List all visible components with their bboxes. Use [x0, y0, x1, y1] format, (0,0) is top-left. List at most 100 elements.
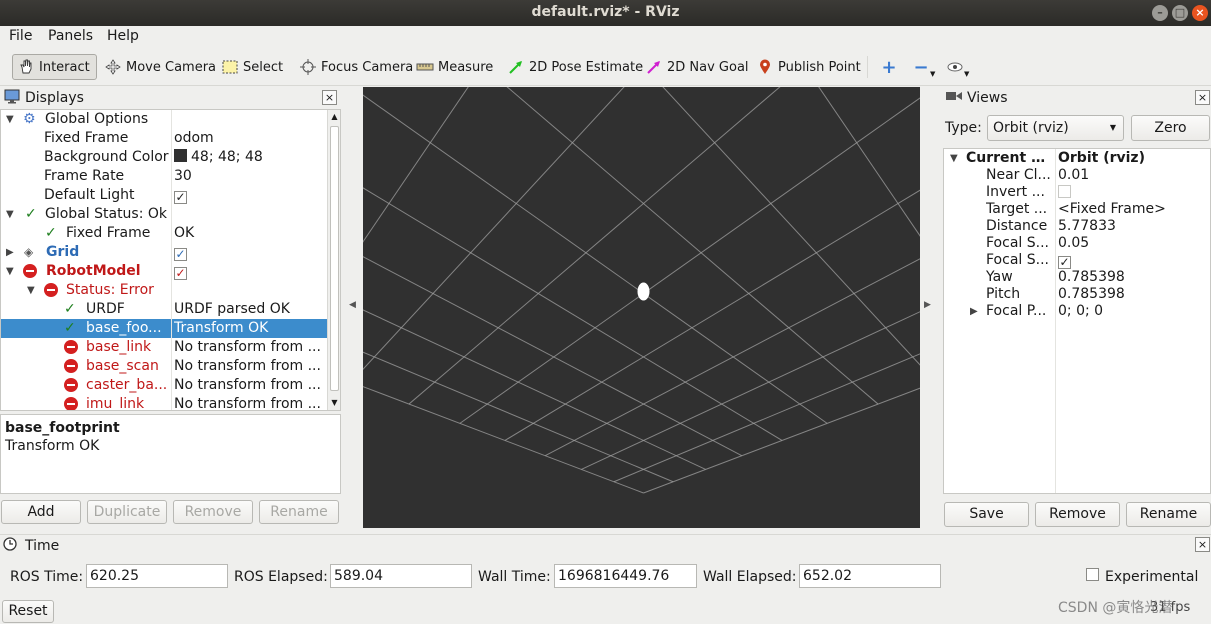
tree-row-base-footprint[interactable]: ✓ base_foo... Transform OK [1, 319, 327, 338]
add-tool-button[interactable]: + [876, 54, 906, 80]
select-tool[interactable]: Select [217, 54, 287, 80]
tree-row-robot-model[interactable]: ▼ RobotModel ✓ [1, 262, 327, 281]
tree-row-status-error[interactable]: ▼ Status: Error [1, 281, 327, 300]
tree-value[interactable]: odom [174, 129, 324, 148]
tree-value: URDF parsed OK [174, 301, 290, 317]
time-panel-header: Time [0, 536, 600, 556]
view-row-focal-point[interactable]: ▶ Focal P... 0; 0; 0 [944, 302, 1210, 321]
wall-time-field[interactable] [554, 564, 697, 588]
time-close-icon[interactable]: × [1195, 537, 1210, 552]
tree-row-caster[interactable]: caster_ba... No transform from ... [1, 376, 327, 395]
tree-label: Fixed Frame [44, 130, 129, 146]
save-view-button[interactable]: Save [944, 502, 1029, 527]
expand-arrow-icon[interactable]: ▼ [6, 262, 14, 281]
error-icon [64, 397, 78, 410]
duplicate-display-button[interactable]: Duplicate [87, 500, 167, 524]
render-viewport[interactable] [363, 87, 920, 528]
scroll-down-icon[interactable]: ▼ [328, 396, 340, 410]
invert-checkbox[interactable] [1058, 185, 1071, 198]
robot-model-checkbox[interactable]: ✓ [174, 267, 187, 280]
visibility-button[interactable]: ▼ [942, 54, 977, 80]
menu-panels[interactable]: Panels [48, 28, 93, 44]
error-icon [64, 378, 78, 392]
menu-file[interactable]: File [9, 28, 32, 44]
magenta-arrow-icon [645, 58, 663, 76]
tree-row-default-light[interactable]: Default Light ✓ [1, 186, 327, 205]
grid-line [363, 87, 643, 294]
grid-line [363, 87, 881, 328]
views-tree[interactable]: ▼ Current V... Orbit (rviz) Near Cl... 0… [943, 148, 1211, 494]
focus-camera-label: Focus Camera [321, 59, 414, 75]
tree-row-frame-rate[interactable]: Frame Rate 30 [1, 167, 327, 186]
tree-row-fixed-frame[interactable]: Fixed Frame odom [1, 129, 327, 148]
grid-checkbox[interactable]: ✓ [174, 248, 187, 261]
experimental-checkbox[interactable] [1086, 568, 1099, 581]
add-display-button[interactable]: Add [1, 500, 81, 524]
color-swatch[interactable] [174, 149, 187, 162]
close-icon[interactable]: × [1192, 5, 1208, 21]
focus-camera-tool[interactable]: Focus Camera [295, 54, 417, 80]
displays-close-icon[interactable]: × [322, 90, 337, 105]
tree-row-grid[interactable]: ▶ ◈ Grid ✓ [1, 243, 327, 262]
tree-value[interactable]: 48; 48; 48 [174, 148, 324, 167]
expand-arrow-icon[interactable]: ▼ [6, 110, 14, 129]
rename-display-button[interactable]: Rename [259, 500, 339, 524]
tree-label: base_link [86, 339, 152, 355]
zero-button[interactable]: Zero [1131, 115, 1210, 141]
maximize-icon[interactable]: □ [1172, 5, 1188, 21]
view-type-select[interactable]: Orbit (rviz) ▼ [987, 115, 1124, 141]
ros-time-field[interactable] [86, 564, 228, 588]
tree-label: imu_link [86, 396, 145, 411]
nav-goal-tool[interactable]: 2D Nav Goal [641, 54, 753, 80]
tree-label: Global Options [45, 111, 149, 127]
tree-row-base-scan[interactable]: base_scan No transform from ... [1, 357, 327, 376]
displays-scrollbar[interactable]: ▲ ▼ [327, 110, 340, 410]
default-light-checkbox[interactable]: ✓ [174, 191, 187, 204]
wall-elapsed-field[interactable] [799, 564, 941, 588]
grid-svg [363, 87, 920, 494]
tree-row-global-options[interactable]: ▼ ⚙ Global Options [1, 110, 327, 129]
views-close-icon[interactable]: × [1195, 90, 1210, 105]
scroll-thumb[interactable] [330, 126, 339, 391]
tree-value[interactable]: 30 [174, 167, 324, 186]
publish-point-label: Publish Point [778, 59, 861, 75]
tree-row-global-status[interactable]: ▼ ✓ Global Status: Ok [1, 205, 327, 224]
move-arrows-icon [104, 58, 122, 76]
grid-line [818, 87, 920, 237]
collapse-right-icon[interactable]: ▶ [924, 300, 931, 310]
ros-elapsed-label: ROS Elapsed: [234, 569, 328, 585]
reset-button[interactable]: Reset [2, 600, 54, 623]
tree-value[interactable]: 0; 0; 0 [1058, 302, 1208, 321]
description-title: base_footprint [5, 420, 120, 436]
remove-view-button[interactable]: Remove [1035, 502, 1120, 527]
error-icon [64, 359, 78, 373]
grid-line [363, 94, 828, 424]
rename-view-button[interactable]: Rename [1126, 502, 1211, 527]
tree-row-base-link[interactable]: base_link No transform from ... [1, 338, 327, 357]
interact-tool[interactable]: Interact [12, 54, 97, 80]
tree-value: No transform from ... [174, 377, 321, 393]
tree-row-background-color[interactable]: Background Color 48; 48; 48 [1, 148, 327, 167]
menu-help[interactable]: Help [107, 28, 139, 44]
collapse-arrow-icon[interactable]: ▶ [6, 243, 14, 262]
collapse-left-icon[interactable]: ◀ [349, 300, 356, 310]
move-camera-tool[interactable]: Move Camera [100, 54, 220, 80]
tree-row-urdf[interactable]: ✓ URDF URDF parsed OK [1, 300, 327, 319]
publish-point-tool[interactable]: Publish Point [752, 54, 865, 80]
minimize-icon[interactable]: – [1152, 5, 1168, 21]
remove-tool-button[interactable]: − ▼ [908, 54, 943, 80]
displays-tree[interactable]: ▼ ⚙ Global Options Fixed Frame odom Back… [0, 109, 341, 411]
pose-estimate-tool[interactable]: 2D Pose Estimate [503, 54, 647, 80]
remove-display-button[interactable]: Remove [173, 500, 253, 524]
tree-row-imu-link[interactable]: imu_link No transform from ... [1, 395, 327, 411]
measure-tool[interactable]: Measure [412, 54, 497, 80]
tree-label: base_foo... [86, 320, 162, 336]
expand-arrow-icon[interactable]: ▼ [27, 281, 35, 300]
ros-elapsed-field[interactable] [330, 564, 472, 588]
grid-line [363, 87, 625, 370]
ros-time-label: ROS Time: [10, 569, 84, 585]
scroll-up-icon[interactable]: ▲ [328, 110, 340, 124]
expand-arrow-icon[interactable]: ▼ [6, 205, 14, 224]
tree-row-status-fixed-frame[interactable]: ✓ Fixed Frame OK [1, 224, 327, 243]
collapse-arrow-icon[interactable]: ▶ [970, 302, 978, 321]
